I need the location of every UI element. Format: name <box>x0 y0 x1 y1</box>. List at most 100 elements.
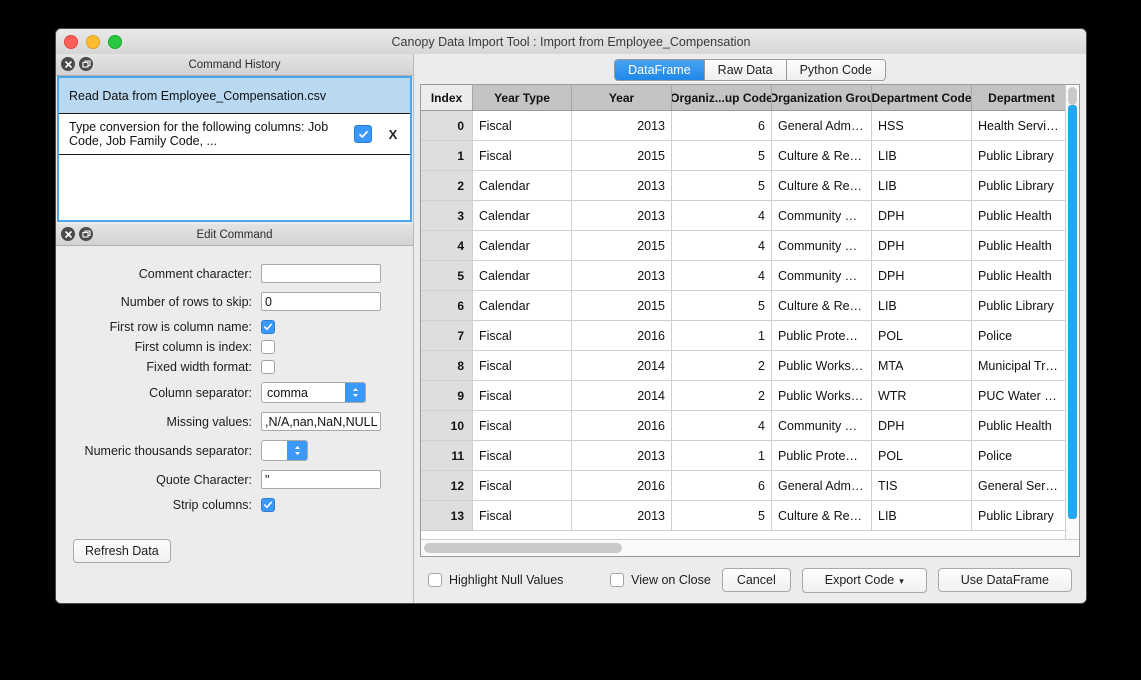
close-panel-icon[interactable] <box>61 57 75 71</box>
table-row[interactable]: 5Calendar20134Community …DPHPublic Healt… <box>421 261 1079 291</box>
app-window: Canopy Data Import Tool : Import from Em… <box>55 28 1087 604</box>
vertical-scrollbar[interactable] <box>1065 85 1079 539</box>
vertical-scrollbar-cap[interactable] <box>1068 87 1077 105</box>
column-header[interactable]: Organization Grou <box>772 85 872 110</box>
horizontal-scrollbar-thumb[interactable] <box>424 543 622 553</box>
table-row[interactable]: 11Fiscal20131Public Prote…POLPolice <box>421 441 1079 471</box>
table-cell: Public Library <box>972 141 1072 170</box>
table-cell: TIS <box>872 471 972 500</box>
table-row[interactable]: 8Fiscal20142Public Works…MTAMunicipal Tr… <box>421 351 1079 381</box>
undock-panel-icon[interactable] <box>79 57 93 71</box>
edit-command-body: Comment character: Number of rows to ski… <box>56 246 413 603</box>
chevron-updown-icon <box>345 383 365 402</box>
column-separator-select[interactable]: comma <box>261 382 366 403</box>
column-header[interactable]: Department <box>972 85 1072 110</box>
table-row[interactable]: 4Calendar20154Community …DPHPublic Healt… <box>421 231 1079 261</box>
bottom-toolbar: Highlight Null Values View on Close Canc… <box>414 557 1086 603</box>
table-cell: Police <box>972 321 1072 350</box>
table-cell: General Adm… <box>772 111 872 140</box>
table-cell: 2015 <box>572 231 672 260</box>
view-on-close-checkbox[interactable] <box>610 573 624 587</box>
table-row[interactable]: 10Fiscal20164Community …DPHPublic Health <box>421 411 1079 441</box>
edit-command-title: Edit Command <box>56 229 413 241</box>
refresh-data-button[interactable]: Refresh Data <box>73 539 171 563</box>
row-index-cell: 4 <box>421 231 473 260</box>
thousands-separator-select[interactable] <box>261 440 308 461</box>
panel-header-icons <box>61 57 93 71</box>
table-cell: Calendar <box>473 291 572 320</box>
highlight-null-values-checkbox[interactable] <box>428 573 442 587</box>
undock-panel-icon[interactable] <box>79 227 93 241</box>
table-cell: 2015 <box>572 141 672 170</box>
table-row[interactable]: 2Calendar20135Culture & Re…LIBPublic Lib… <box>421 171 1079 201</box>
column-separator-label: Column separator: <box>56 386 261 400</box>
remove-command-button[interactable]: X <box>386 127 400 142</box>
strip-columns-checkbox[interactable] <box>261 498 275 512</box>
column-header[interactable]: Year <box>572 85 672 110</box>
first-column-index-checkbox[interactable] <box>261 340 275 354</box>
column-header[interactable]: Year Type <box>473 85 572 110</box>
table-row[interactable]: 0Fiscal20136General Adm…HSSHealth Servi… <box>421 111 1079 141</box>
table-cell: Calendar <box>473 171 572 200</box>
zoom-window-button[interactable] <box>108 35 122 49</box>
fixed-width-label: Fixed width format: <box>56 360 261 374</box>
table-row[interactable]: 9Fiscal20142Public Works…WTRPUC Water … <box>421 381 1079 411</box>
command-history-title: Command History <box>56 59 413 71</box>
row-index-cell: 10 <box>421 411 473 440</box>
column-header[interactable]: Department Code <box>872 85 972 110</box>
table-row[interactable]: 6Calendar20155Culture & Re…LIBPublic Lib… <box>421 291 1079 321</box>
rows-to-skip-input[interactable] <box>261 292 381 311</box>
column-header[interactable]: Organiz...up Code <box>672 85 772 110</box>
tab-dataframe[interactable]: DataFrame <box>615 60 705 80</box>
tab-python-code[interactable]: Python Code <box>787 60 885 80</box>
vertical-scrollbar-thumb[interactable] <box>1068 105 1077 519</box>
table-cell: 1 <box>672 321 772 350</box>
command-history-list[interactable]: Read Data from Employee_Compensation.csv… <box>57 76 412 222</box>
table-row[interactable]: 12Fiscal20166General Adm…TISGeneral Ser… <box>421 471 1079 501</box>
column-header[interactable]: Index <box>421 85 473 110</box>
table-cell: Fiscal <box>473 411 572 440</box>
close-window-button[interactable] <box>64 35 78 49</box>
command-enabled-checkbox[interactable] <box>354 125 372 143</box>
table-cell: Fiscal <box>473 471 572 500</box>
missing-values-input[interactable] <box>261 412 381 431</box>
table-cell: Public Health <box>972 261 1072 290</box>
command-history-item-0[interactable]: Read Data from Employee_Compensation.csv <box>59 78 410 114</box>
minimize-window-button[interactable] <box>86 35 100 49</box>
window-title: Canopy Data Import Tool : Import from Em… <box>56 35 1086 49</box>
table-body: 0Fiscal20136General Adm…HSSHealth Servi…… <box>421 111 1079 539</box>
table-row[interactable]: 13Fiscal20135Culture & Re…LIBPublic Libr… <box>421 501 1079 531</box>
table-cell: Culture & Re… <box>772 171 872 200</box>
table-cell: 2016 <box>572 471 672 500</box>
table-cell: 5 <box>672 501 772 530</box>
left-panel: Command History Read Data from Employee_… <box>56 54 414 603</box>
table-row[interactable]: 3Calendar20134Community …DPHPublic Healt… <box>421 201 1079 231</box>
command-history-item-1[interactable]: Type conversion for the following column… <box>59 114 410 155</box>
row-index-cell: 6 <box>421 291 473 320</box>
table-cell: Municipal Tr… <box>972 351 1072 380</box>
table-cell: Public Works… <box>772 381 872 410</box>
field-row-column-separator: Column separator: comma <box>56 382 413 403</box>
table-cell: 2013 <box>572 201 672 230</box>
horizontal-scrollbar[interactable] <box>421 539 1079 556</box>
table-row[interactable]: 7Fiscal20161Public Prote…POLPolice <box>421 321 1079 351</box>
table-cell: 2 <box>672 351 772 380</box>
comment-character-input[interactable] <box>261 264 381 283</box>
first-row-column-name-checkbox[interactable] <box>261 320 275 334</box>
checkbox-group: First row is column name: First column i… <box>56 320 413 374</box>
quote-character-input[interactable] <box>261 470 381 489</box>
cancel-button[interactable]: Cancel <box>722 568 791 592</box>
highlight-null-values-group: Highlight Null Values <box>428 573 563 587</box>
field-row-thousands-separator: Numeric thousands separator: <box>56 440 413 461</box>
highlight-null-values-label: Highlight Null Values <box>449 573 563 587</box>
export-code-button[interactable]: Export Code▾ <box>802 568 927 593</box>
use-dataframe-button[interactable]: Use DataFrame <box>938 568 1072 592</box>
table-cell: Community … <box>772 201 872 230</box>
table-row[interactable]: 1Fiscal20155Culture & Re…LIBPublic Libra… <box>421 141 1079 171</box>
close-panel-icon[interactable] <box>61 227 75 241</box>
tab-raw-data[interactable]: Raw Data <box>705 60 787 80</box>
table-cell: 2013 <box>572 171 672 200</box>
edit-command-panel-header: Edit Command <box>56 224 413 246</box>
table-cell: Community … <box>772 411 872 440</box>
fixed-width-checkbox[interactable] <box>261 360 275 374</box>
